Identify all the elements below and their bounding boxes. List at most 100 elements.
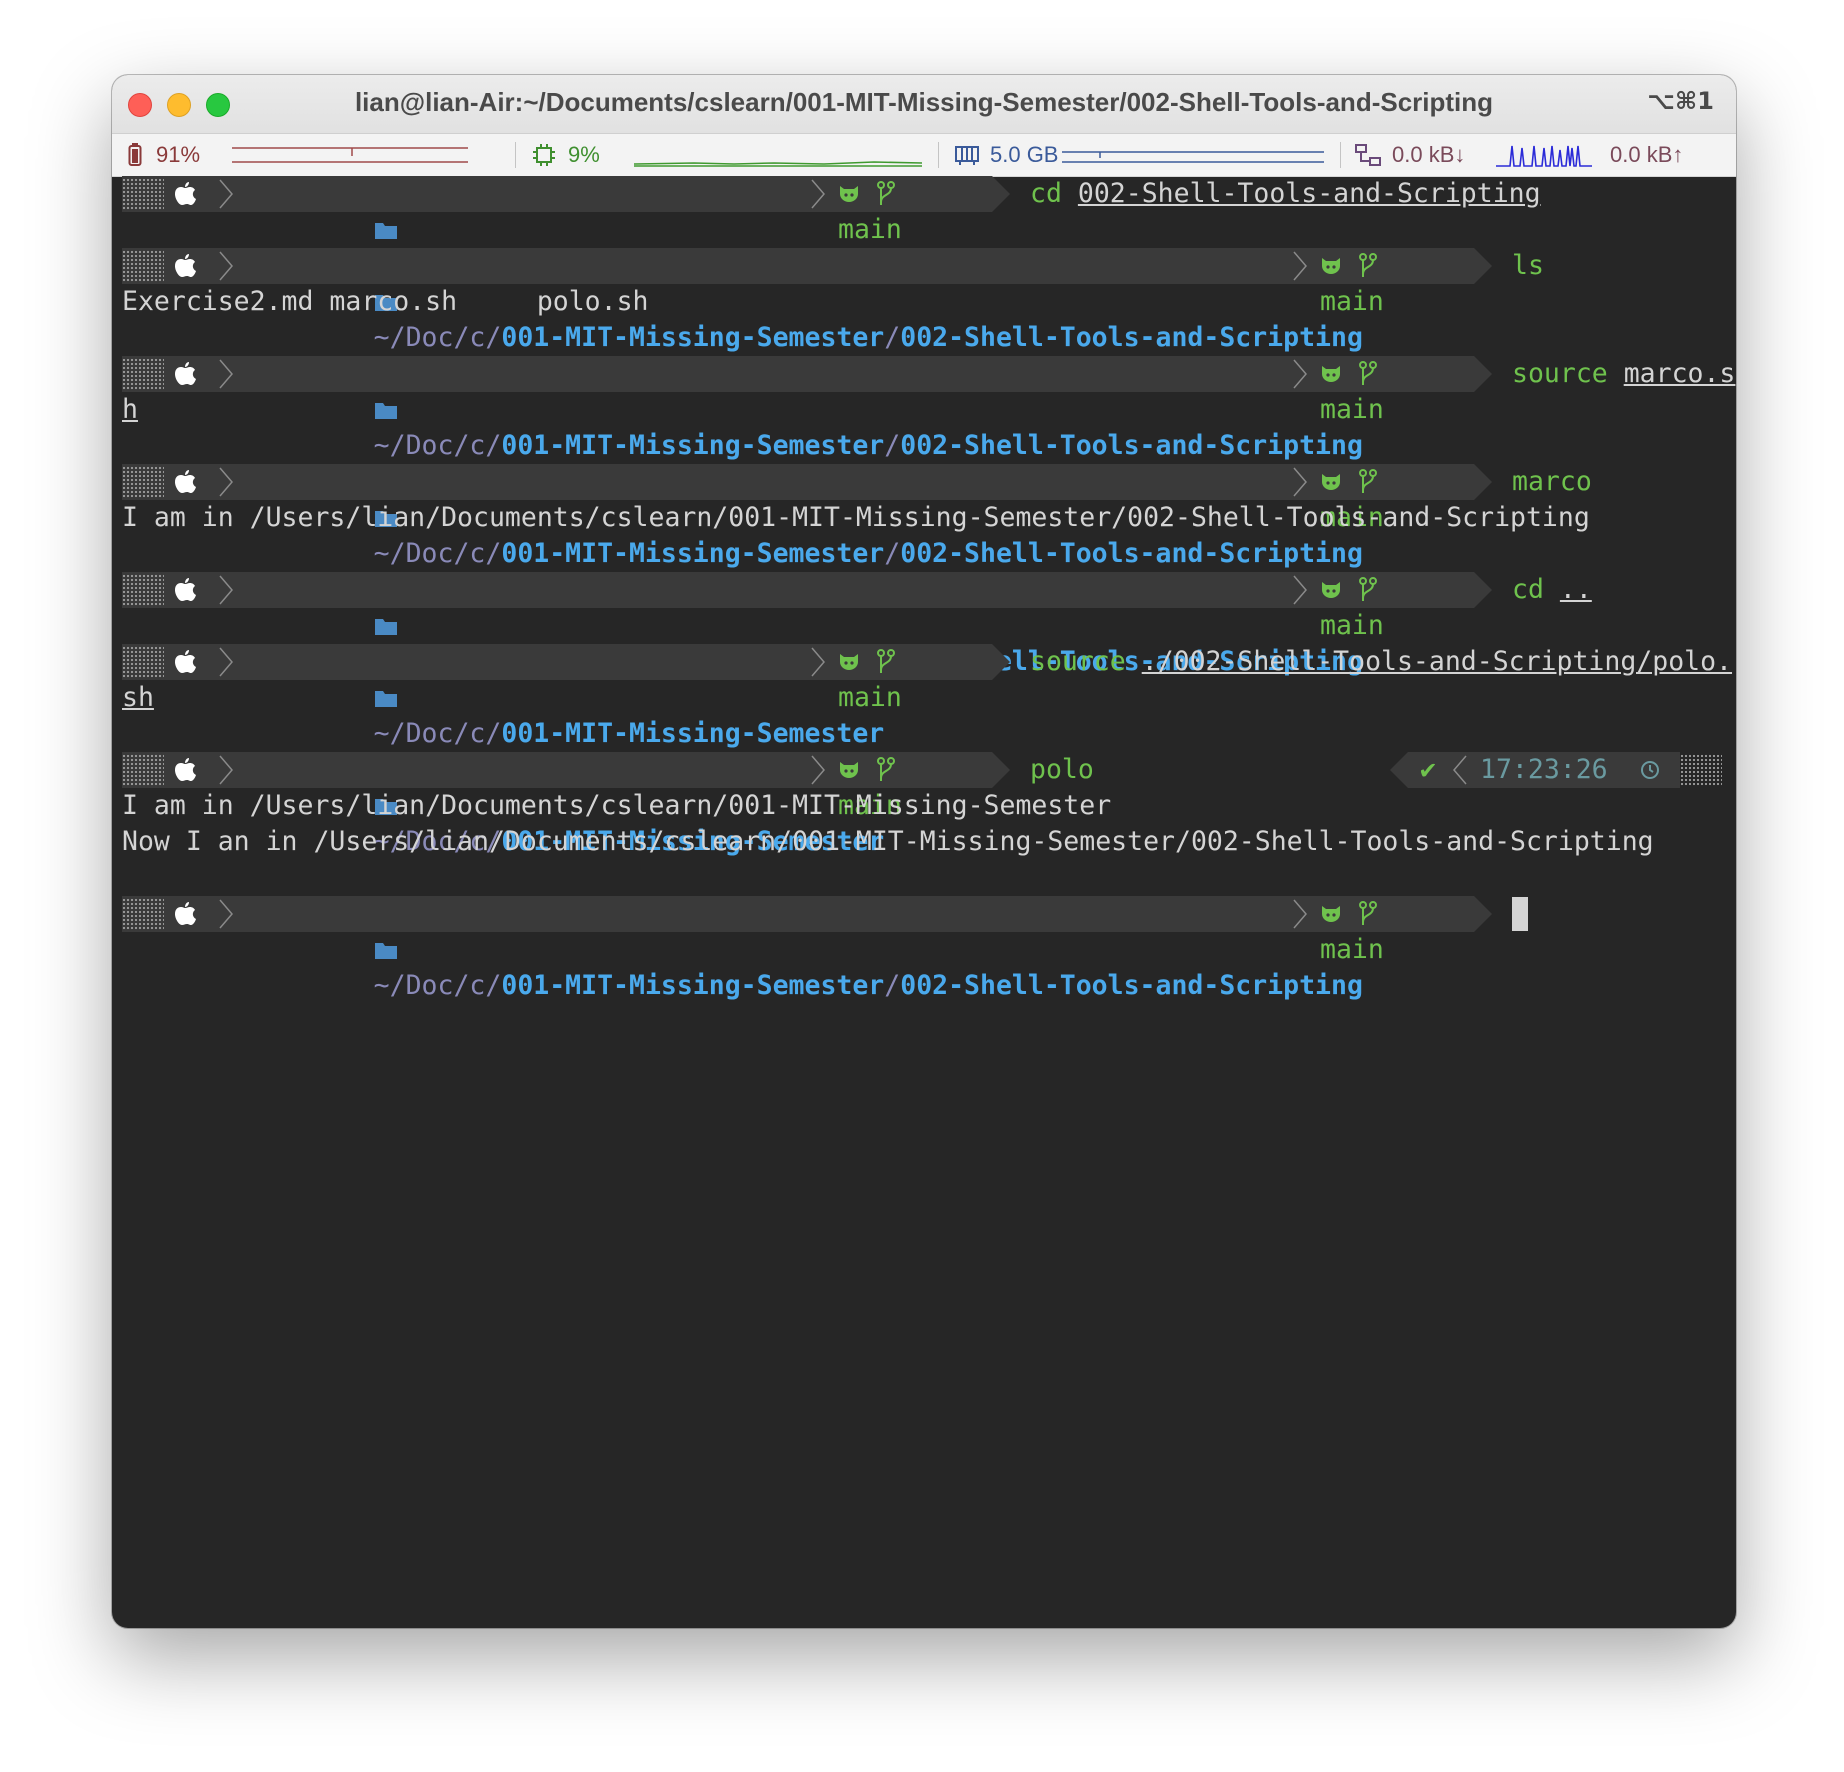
- prompt-dither: [122, 754, 164, 786]
- output-line: Exercise2.md marco.sh polo.sh: [122, 286, 649, 317]
- prompt-dither: [122, 178, 164, 210]
- apple-icon: [174, 572, 196, 608]
- github-icon: [840, 186, 858, 202]
- cpu-graph: [634, 161, 923, 167]
- apple-icon: [174, 752, 196, 788]
- git-branch-icon: [1358, 577, 1377, 601]
- segment-arrow: [1474, 572, 1492, 608]
- cpu-status: 9%: [532, 134, 600, 176]
- github-icon: [1322, 474, 1340, 490]
- output-line: sh: [122, 682, 154, 713]
- chevron-right-icon: [1293, 251, 1307, 281]
- status-divider: [515, 142, 516, 168]
- text-cursor[interactable]: [1512, 897, 1528, 931]
- chevron-right-icon: [1293, 467, 1307, 497]
- output-line: I am in /Users/lian/Documents/cslearn/00…: [122, 790, 1112, 821]
- prompt-dither: [122, 646, 164, 678]
- folder-icon: [374, 943, 397, 959]
- status-check-icon: ✔: [1420, 754, 1436, 785]
- git-branch-icon: [1358, 469, 1377, 493]
- right-prompt: ✔ 17:23:26: [1390, 752, 1726, 788]
- battery-icon: [128, 143, 142, 166]
- window-title: lian@lian-Air:~/Documents/cslearn/001-MI…: [354, 87, 1494, 117]
- status-divider: [938, 142, 939, 168]
- chevron-right-icon: [811, 179, 825, 209]
- github-icon: [1322, 906, 1340, 922]
- chevron-right-icon: [811, 755, 825, 785]
- memory-graph: [1062, 151, 1324, 163]
- chevron-right-icon: [1293, 575, 1307, 605]
- output-line: h: [122, 394, 138, 425]
- chevron-right-icon: [219, 179, 233, 209]
- folder-icon: [374, 223, 397, 239]
- battery-status: 91%: [128, 134, 200, 176]
- github-icon: [1322, 258, 1340, 274]
- output-line: Now I an in /Users/lian/Documents/cslear…: [122, 826, 1654, 857]
- memory-icon: [955, 146, 979, 165]
- output-line: I am in /Users/lian/Documents/cslearn/00…: [122, 502, 1590, 533]
- segment-arrow: [1474, 464, 1492, 500]
- chevron-right-icon: [219, 899, 233, 929]
- segment-arrow: [992, 176, 1010, 212]
- battery-graph: [232, 147, 468, 163]
- chevron-right-icon: [1293, 899, 1307, 929]
- github-icon: [1322, 366, 1340, 382]
- prompt-dither: [122, 466, 164, 498]
- title-bar: lian@lian-Air:~/Documents/cslearn/001-MI…: [112, 75, 1736, 134]
- chevron-right-icon: [219, 647, 233, 677]
- github-icon: [1322, 582, 1340, 598]
- apple-icon: [174, 644, 196, 680]
- chevron-right-icon: [811, 647, 825, 677]
- network-down-status: 0.0 kB↓: [1354, 134, 1465, 176]
- network-up-status: 0.0 kB↑: [1610, 134, 1683, 176]
- terminal-window: lian@lian-Air:~/Documents/cslearn/001-MI…: [112, 75, 1736, 1628]
- network-graph: [1496, 145, 1592, 167]
- folder-icon: [374, 403, 397, 419]
- segment-arrow: [1474, 896, 1492, 932]
- network-icon: [1355, 144, 1381, 166]
- cpu-percent: 9%: [568, 142, 600, 167]
- network-down: 0.0 kB↓: [1392, 142, 1466, 167]
- git-status: main: [838, 644, 902, 716]
- chevron-right-icon: [219, 755, 233, 785]
- apple-icon: [174, 176, 196, 212]
- prompt-dither: [122, 898, 164, 930]
- cpu-icon: [533, 144, 555, 166]
- github-icon: [840, 654, 858, 670]
- prompt-dither: [122, 358, 164, 390]
- command-text: marco: [1512, 466, 1592, 497]
- git-branch-icon: [1358, 901, 1377, 925]
- git-branch-icon: [1358, 361, 1377, 385]
- folder-icon: [374, 619, 397, 635]
- chevron-right-icon: [219, 575, 233, 605]
- command-text: source marco.s: [1512, 358, 1736, 389]
- git-branch-icon: [876, 181, 895, 205]
- command-text: cd 002-Shell-Tools-and-Scripting: [1030, 178, 1541, 209]
- segment-arrow: [1474, 356, 1492, 392]
- folder-icon: [374, 691, 397, 707]
- network-up: 0.0 kB↑: [1610, 142, 1684, 167]
- prompt-dither: [122, 250, 164, 282]
- segment-arrow: [992, 644, 1010, 680]
- segment-arrow: [992, 752, 1010, 788]
- chevron-right-icon: [219, 251, 233, 281]
- chevron-right-icon: [219, 359, 233, 389]
- git-status: main: [1320, 896, 1384, 968]
- apple-icon: [174, 356, 196, 392]
- apple-icon: [174, 464, 196, 500]
- status-divider: [1340, 142, 1341, 168]
- chevron-left-icon: [1453, 755, 1467, 785]
- clock-icon: [1641, 761, 1659, 779]
- prompt-dither: [122, 574, 164, 606]
- terminal-content[interactable]: ~/Doc/c/001-MIT-Missing-Semester main cd…: [112, 176, 1736, 1628]
- memory-status: 5.0 GB: [954, 134, 1058, 176]
- git-branch-icon: [1358, 253, 1377, 277]
- prompt-path: ~/Doc/c/001-MIT-Missing-Semester/002-She…: [246, 896, 1363, 1040]
- timestamp: 17:23:26: [1480, 754, 1608, 785]
- command-text: cd ..: [1512, 574, 1592, 605]
- git-status: main: [1320, 248, 1384, 320]
- status-bar: 91% 9% 5.0 GB 0.0 kB↓ 0.0 kB↑: [112, 134, 1736, 177]
- window-shortcut: ⌥⌘1: [1647, 87, 1714, 115]
- battery-percent: 91%: [156, 142, 201, 167]
- command-text: polo: [1030, 754, 1094, 785]
